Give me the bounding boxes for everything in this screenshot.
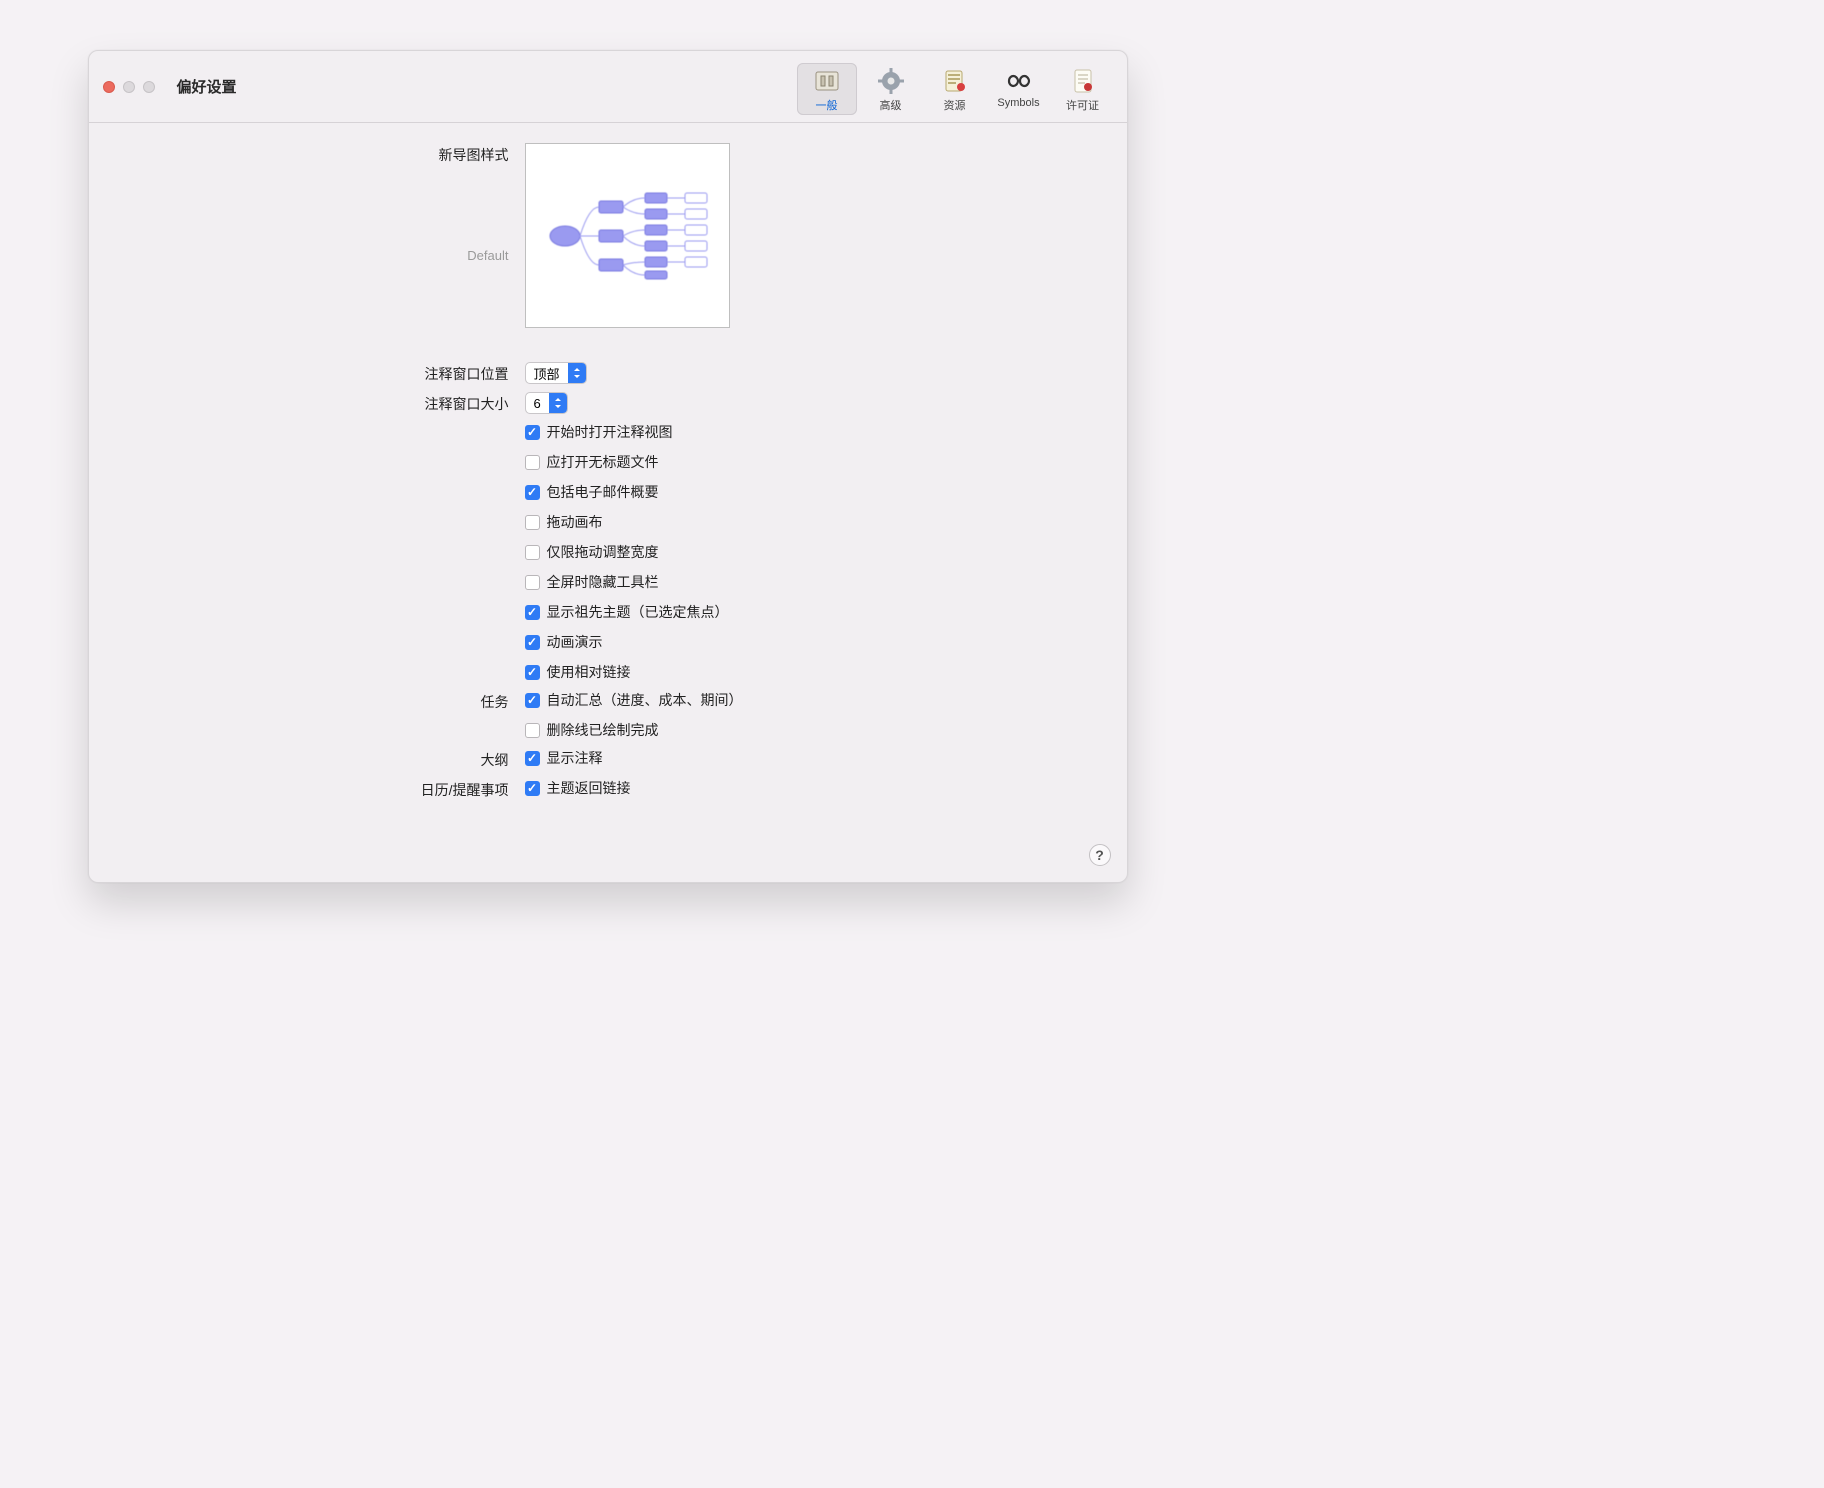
checkbox-label: 仅限拖动调整宽度 — [547, 542, 659, 562]
checkbox-topic-backlink[interactable] — [525, 781, 540, 796]
checkbox-label: 拖动画布 — [547, 512, 603, 532]
window-title: 偏好设置 — [177, 76, 237, 97]
gear-icon — [877, 67, 905, 95]
label-default: Default — [109, 248, 509, 263]
resources-icon — [941, 67, 969, 95]
label-notes-size: 注释窗口大小 — [109, 392, 509, 414]
label-tasks: 任务 — [109, 690, 509, 712]
preferences-window: 偏好设置 一般 高级 资源 — [88, 50, 1128, 883]
checkbox-label: 全屏时隐藏工具栏 — [547, 572, 659, 592]
checkbox-label: 显示祖先主题（已选定焦点） — [547, 602, 729, 622]
window-controls — [103, 81, 155, 93]
checkbox-label: 包括电子邮件概要 — [547, 482, 659, 502]
license-icon — [1069, 67, 1097, 95]
checkbox-include-email[interactable] — [525, 485, 540, 500]
chevron-updown-icon — [568, 363, 586, 383]
checkbox-open-notes-on-start[interactable] — [525, 425, 540, 440]
checkbox-label: 自动汇总（进度、成本、期间） — [547, 690, 743, 710]
checkbox-hide-toolbar-fullscreen[interactable] — [525, 575, 540, 590]
chevron-updown-icon — [549, 393, 567, 413]
select-notes-position[interactable]: 顶部 — [525, 362, 587, 384]
label-new-map-style: 新导图样式 — [109, 143, 509, 165]
content: 新导图样式 — [89, 123, 1127, 820]
titlebar: 偏好设置 一般 高级 资源 — [89, 51, 1127, 123]
tab-advanced[interactable]: 高级 — [861, 63, 921, 115]
checkbox-label: 使用相对链接 — [547, 662, 631, 682]
switch-icon — [813, 67, 841, 95]
checkbox-strike-done[interactable] — [525, 723, 540, 738]
zoom-button[interactable] — [143, 81, 155, 93]
checkbox-show-notes-outline[interactable] — [525, 751, 540, 766]
checkbox-animate[interactable] — [525, 635, 540, 650]
close-button[interactable] — [103, 81, 115, 93]
tab-symbols[interactable]: Symbols — [989, 63, 1049, 111]
minimize-button[interactable] — [123, 81, 135, 93]
help-button[interactable]: ? — [1089, 844, 1111, 866]
checkbox-open-untitled[interactable] — [525, 455, 540, 470]
label-outline: 大纲 — [109, 748, 509, 770]
tab-license[interactable]: 许可证 — [1053, 63, 1113, 115]
checkbox-drag-width-only[interactable] — [525, 545, 540, 560]
select-notes-size[interactable]: 6 — [525, 392, 568, 414]
checkbox-label: 开始时打开注释视图 — [547, 422, 673, 442]
checkbox-relative-links[interactable] — [525, 665, 540, 680]
style-preview[interactable] — [525, 143, 730, 328]
checkbox-label: 应打开无标题文件 — [547, 452, 659, 472]
label-calendar: 日历/提醒事项 — [109, 778, 509, 800]
infinity-icon — [1005, 67, 1033, 95]
checkbox-label: 显示注释 — [547, 748, 603, 768]
checkbox-label: 动画演示 — [547, 632, 603, 652]
checkbox-drag-canvas[interactable] — [525, 515, 540, 530]
checkbox-show-ancestor[interactable] — [525, 605, 540, 620]
tab-resources[interactable]: 资源 — [925, 63, 985, 115]
tab-general[interactable]: 一般 — [797, 63, 857, 115]
toolbar: 一般 高级 资源 Symbols — [797, 59, 1113, 115]
checkbox-label: 主题返回链接 — [547, 778, 631, 798]
checkbox-label: 删除线已绘制完成 — [547, 720, 659, 740]
label-notes-position: 注释窗口位置 — [109, 362, 509, 384]
checkbox-auto-rollup[interactable] — [525, 693, 540, 708]
